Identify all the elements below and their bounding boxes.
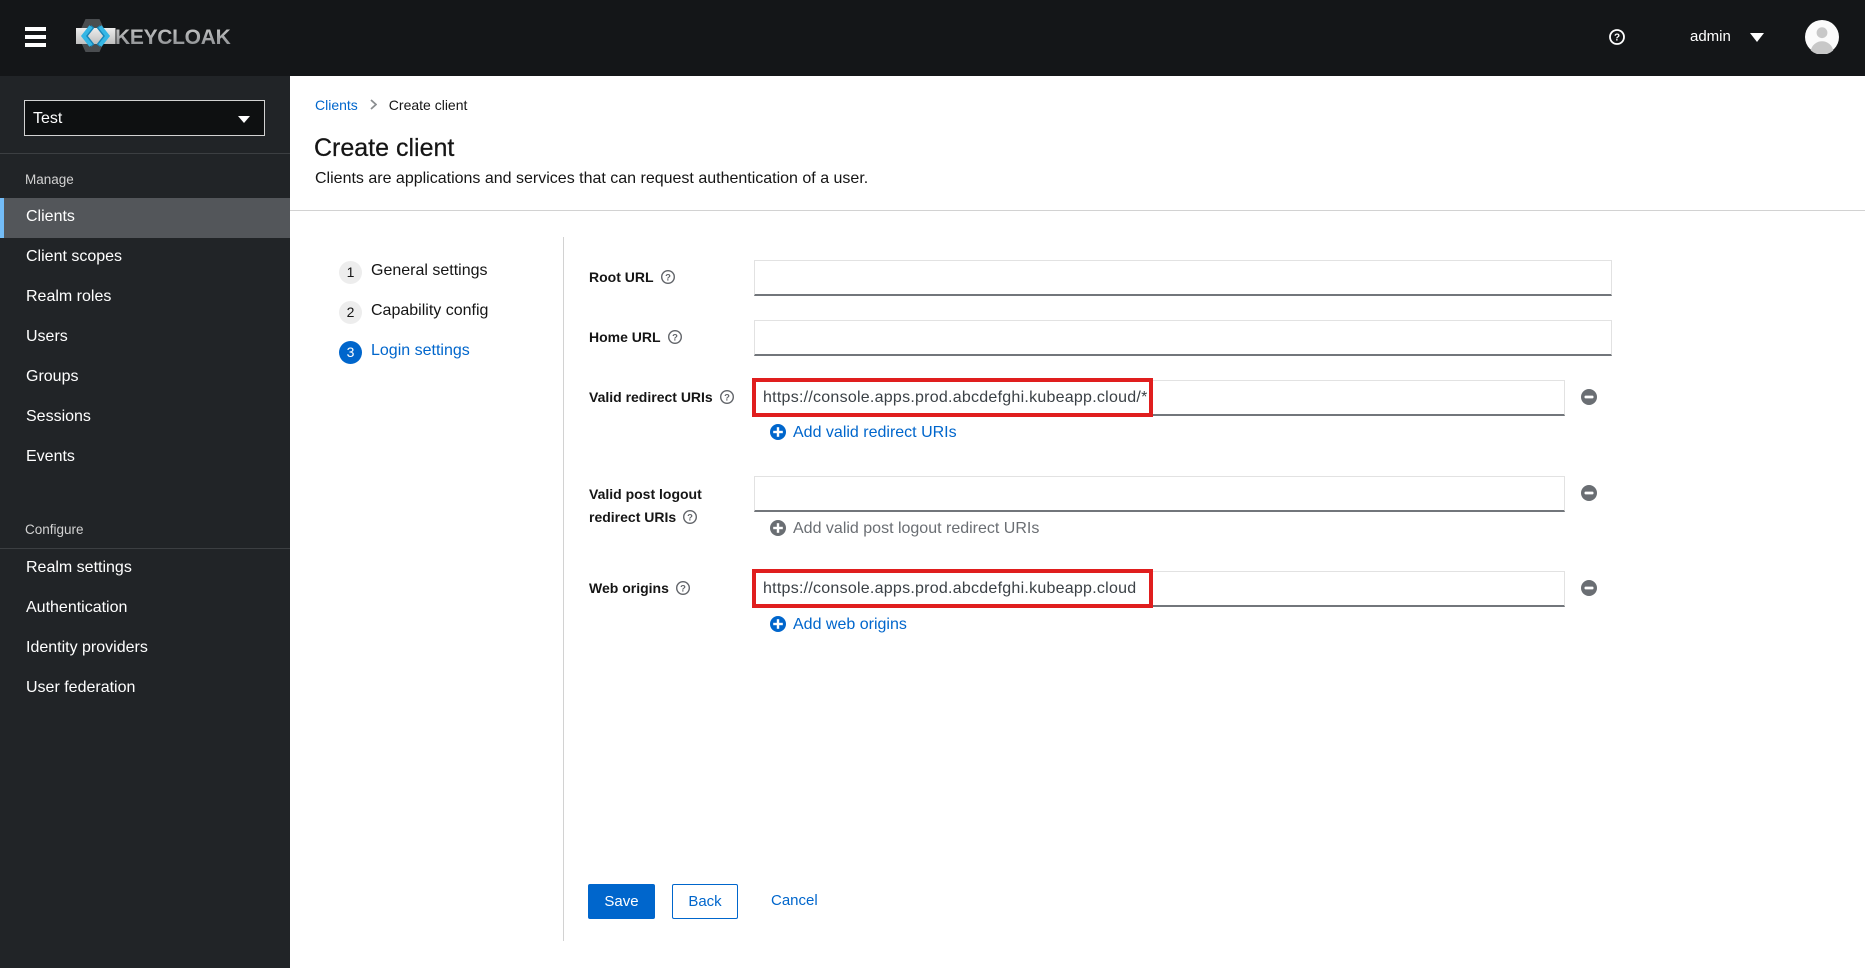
svg-text:?: ? xyxy=(680,583,686,594)
svg-text:?: ? xyxy=(672,332,678,343)
svg-text:?: ? xyxy=(687,512,693,523)
svg-text:KEYCLOAK: KEYCLOAK xyxy=(115,26,231,49)
svg-text:?: ? xyxy=(665,272,671,283)
svg-text:?: ? xyxy=(1614,33,1620,44)
svg-text:?: ? xyxy=(724,392,730,403)
